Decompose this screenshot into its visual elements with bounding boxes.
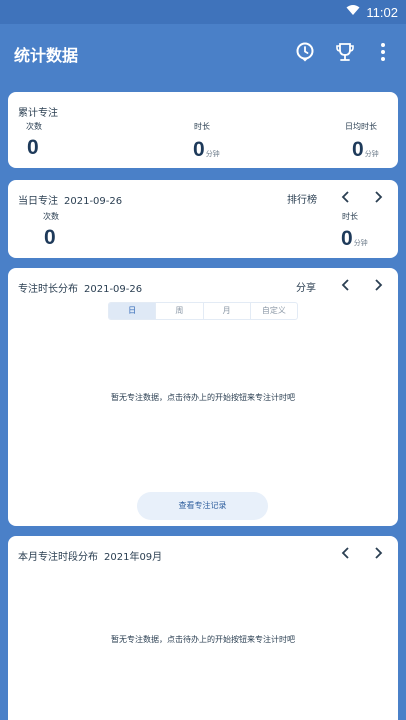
duration-label: 时长	[194, 122, 210, 131]
card-date: 2021-09-26	[64, 196, 123, 207]
chevron-left-icon[interactable]	[338, 277, 354, 293]
more-vertical-icon[interactable]	[371, 40, 395, 64]
chevron-right-icon[interactable]	[370, 189, 386, 205]
chevron-left-icon[interactable]	[338, 545, 354, 561]
page-title: 统计数据	[14, 46, 79, 65]
card-title: 本月专注时段分布 2021年09月	[18, 552, 163, 563]
card-date: 2021-09-26	[84, 284, 143, 295]
duration-label: 时长	[342, 212, 358, 221]
card-title: 累计专注	[18, 108, 58, 119]
daily-avg-label: 日均时长	[345, 122, 377, 131]
count-value: 0	[27, 136, 39, 159]
empty-state-text: 暂无专注数据，点击待办上的开始按钮来专注计时吧	[111, 635, 295, 644]
monthly-card: 本月专注时段分布 2021年09月 暂无专注数据，点击待办上的开始按钮来专注计时吧	[8, 536, 398, 720]
count-label: 次数	[26, 122, 42, 131]
card-title: 专注时长分布 2021-09-26	[18, 284, 143, 295]
ranking-link[interactable]: 排行榜	[287, 191, 317, 206]
clock-icon[interactable]	[293, 40, 317, 64]
distribution-card: 专注时长分布 2021-09-26 分享 日 周 月 自定义 暂无专注数据，点击待…	[8, 268, 398, 526]
tab-day[interactable]: 日	[109, 303, 157, 319]
tab-custom[interactable]: 自定义	[251, 303, 297, 319]
empty-state-text: 暂无专注数据，点击待办上的开始按钮来专注计时吧	[111, 393, 295, 402]
chevron-left-icon[interactable]	[338, 189, 354, 205]
wifi-icon	[346, 4, 360, 19]
today-focus-card: 当日专注 2021-09-26 排行榜 次数 0 时长 0分钟	[8, 180, 398, 258]
chevron-right-icon[interactable]	[370, 277, 386, 293]
chevron-right-icon[interactable]	[370, 545, 386, 561]
total-focus-card: 累计专注 次数 0 时长 0分钟 日均时长 0分钟	[8, 92, 398, 168]
app-bar: 统计数据	[0, 24, 406, 82]
tab-month[interactable]: 月	[204, 303, 251, 319]
duration-value: 0分钟	[341, 227, 368, 250]
tab-week[interactable]: 周	[156, 303, 204, 319]
share-link[interactable]: 分享	[296, 279, 316, 294]
status-time: 11:02	[366, 5, 398, 20]
daily-avg-value: 0分钟	[352, 138, 379, 161]
count-label: 次数	[43, 212, 59, 221]
card-date: 2021年09月	[104, 552, 163, 563]
card-title: 当日专注 2021-09-26	[18, 196, 123, 207]
view-records-button[interactable]: 查看专注记录	[137, 492, 268, 520]
period-segmented-control: 日 周 月 自定义	[108, 302, 298, 320]
duration-value: 0分钟	[193, 138, 220, 161]
trophy-icon[interactable]	[333, 40, 357, 64]
status-bar: 11:02	[0, 0, 406, 24]
count-value: 0	[44, 226, 56, 249]
